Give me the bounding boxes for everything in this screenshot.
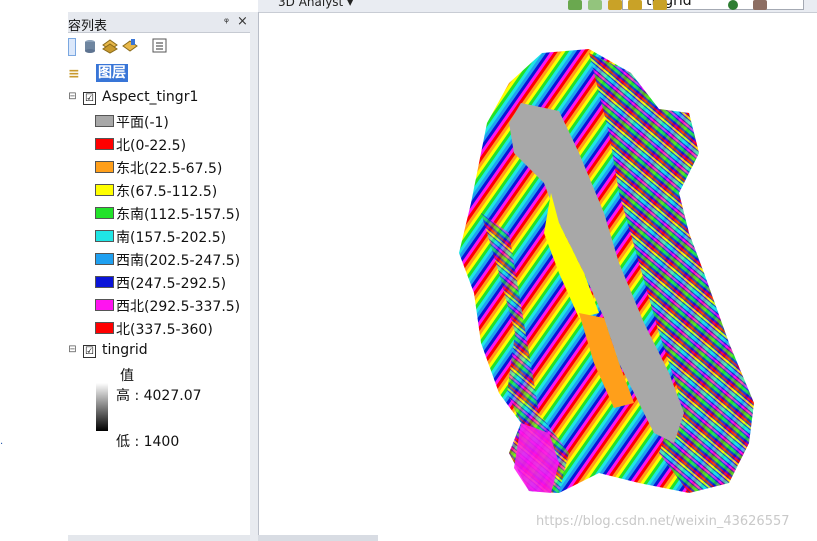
toc-horizontal-scrollbar[interactable] <box>68 535 250 541</box>
top-toolbar: 3D Analyst ▾ tingrid <box>258 0 817 13</box>
map-bottom-bar <box>258 535 378 541</box>
layer-visibility-checkbox[interactable]: ☑ <box>83 92 96 105</box>
legend-swatch <box>95 276 114 288</box>
legend-label: 平面(-1) <box>116 115 169 131</box>
legend-label: 西南(202.5-247.5) <box>116 253 241 269</box>
collapse-icon[interactable]: ⊟ <box>68 345 77 355</box>
layer-name-aspect[interactable]: Aspect_tingr1 <box>102 89 198 105</box>
low-value-label: 低 : 1400 <box>116 434 180 450</box>
tin-icon-4[interactable] <box>628 0 642 10</box>
legend-label: 东南(112.5-157.5) <box>116 207 241 223</box>
value-heading: 值 <box>120 368 134 384</box>
legend-label: 南(157.5-202.5) <box>116 230 227 246</box>
collapse-icon[interactable]: ⊟ <box>68 92 77 102</box>
root-layers-node[interactable]: 图层 <box>96 64 128 82</box>
arcscene-icon[interactable] <box>753 0 767 10</box>
pin-icon[interactable]: ᵠ <box>224 15 229 29</box>
legend-label: 北(337.5-360) <box>116 322 213 338</box>
legend-label: 西(247.5-292.5) <box>116 276 227 292</box>
legend-swatch <box>95 207 114 219</box>
legend-swatch <box>95 115 114 127</box>
watermark: https://blog.csdn.net/weixin_43626557 <box>536 514 790 529</box>
layer-visibility-checkbox[interactable]: ☑ <box>83 345 96 358</box>
tin-icon-1[interactable] <box>568 0 582 10</box>
legend-label: 北(0-22.5) <box>116 138 187 154</box>
panel-splitter[interactable] <box>250 12 259 541</box>
high-value-label: 高 : 4027.07 <box>116 388 202 404</box>
legend-swatch <box>95 230 114 242</box>
toc-toolbar <box>68 36 250 60</box>
options-icon[interactable] <box>152 38 168 54</box>
list-by-selection-icon[interactable] <box>122 38 138 54</box>
legend-label: 东(67.5-112.5) <box>116 184 218 200</box>
list-by-drawing-order-icon[interactable] <box>68 38 76 56</box>
layers-folder-icon: ≡ <box>68 66 80 82</box>
left-dock-strip: . <box>0 0 68 541</box>
legend-swatch <box>95 184 114 196</box>
legend-swatch <box>95 161 114 173</box>
3d-analyst-menu[interactable]: 3D Analyst ▾ <box>278 0 353 9</box>
toc-title: 容列表 <box>68 19 108 34</box>
elevation-color-ramp <box>96 383 108 431</box>
list-by-visibility-icon[interactable] <box>102 38 118 54</box>
legend-swatch <box>95 322 114 334</box>
map-display[interactable] <box>259 13 817 541</box>
legend-label: 西北(292.5-337.5) <box>116 299 241 315</box>
legend-swatch <box>95 299 114 311</box>
toc-title-bar: 容列表 ᵠ × <box>68 12 250 34</box>
legend-swatch <box>95 253 114 265</box>
legend-swatch <box>95 138 114 150</box>
layer-name-tingrid[interactable]: tingrid <box>102 342 148 358</box>
aspect-raster-map <box>459 49 754 493</box>
tin-icon-5[interactable] <box>653 0 667 10</box>
list-by-source-icon[interactable] <box>82 38 98 54</box>
close-icon[interactable]: × <box>237 14 248 29</box>
tin-icon-2[interactable] <box>588 0 602 10</box>
legend-label: 东北(22.5-67.5) <box>116 161 223 177</box>
tin-icon-3[interactable] <box>608 0 622 10</box>
dock-marker: . <box>0 436 4 447</box>
globe-icon[interactable] <box>728 0 738 10</box>
